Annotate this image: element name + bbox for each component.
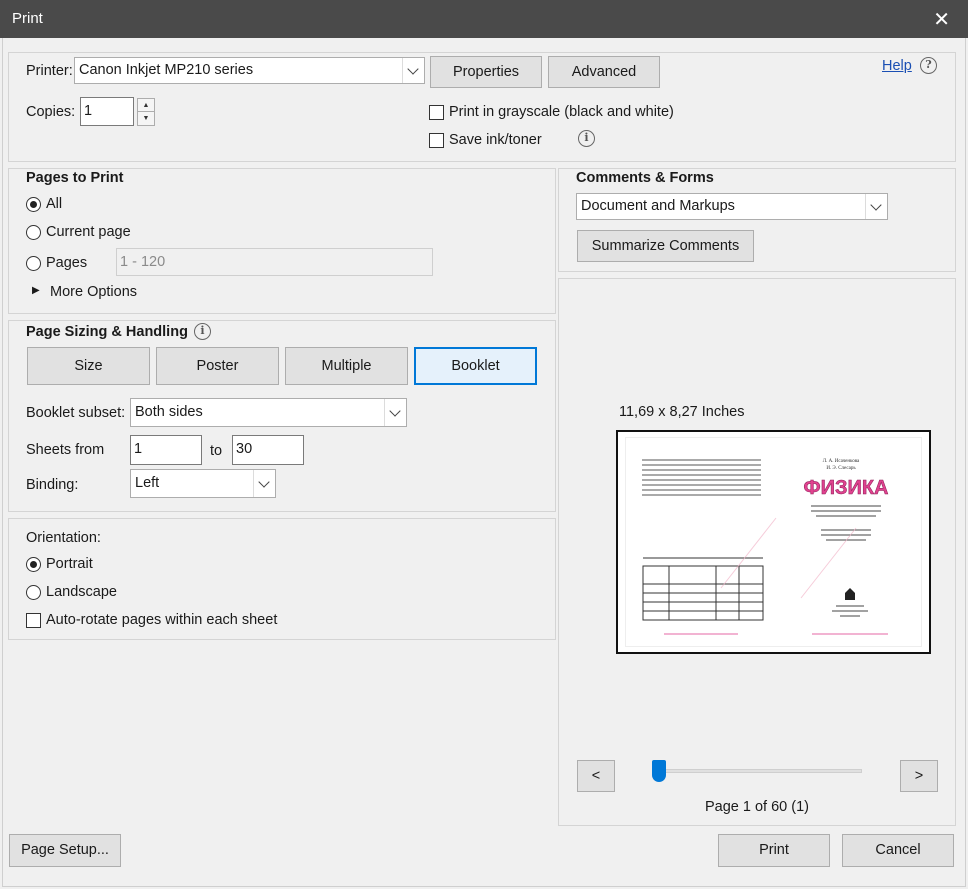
tab-poster[interactable]: Poster <box>156 347 279 385</box>
prev-page-button[interactable]: < <box>577 760 615 792</box>
page-sizing-title: Page Sizing & Handling <box>26 324 188 340</box>
grayscale-label: Print in grayscale (black and white) <box>449 104 674 120</box>
save-ink-label: Save ink/toner <box>449 132 542 148</box>
page-preview: Л. А. Исаченкова И. Э. Слесарь ФИЗИКА <box>616 430 931 654</box>
radio-all-label: All <box>46 196 63 212</box>
stepper-up-icon[interactable]: ▲ <box>138 99 154 112</box>
radio-portrait[interactable] <box>26 557 41 572</box>
binding-select[interactable]: Left <box>130 469 276 498</box>
page-slider-thumb[interactable] <box>652 760 666 782</box>
save-ink-info-icon[interactable]: i <box>578 130 595 147</box>
chevron-down-icon <box>253 470 275 497</box>
close-icon[interactable]: ✕ <box>933 7 950 32</box>
chevron-down-icon <box>402 58 424 83</box>
comments-forms-title: Comments & Forms <box>576 170 714 186</box>
pages-to-print-title: Pages to Print <box>26 170 124 186</box>
booklet-subset-value: Both sides <box>135 404 203 420</box>
radio-landscape[interactable] <box>26 585 41 600</box>
page-setup-button[interactable]: Page Setup... <box>9 834 121 867</box>
print-button[interactable]: Print <box>718 834 830 867</box>
preview-sheet: Л. А. Исаченкова И. Э. Слесарь ФИЗИКА <box>625 437 922 647</box>
printer-select[interactable]: Canon Inkjet MP210 series <box>74 57 425 84</box>
radio-current-page-label: Current page <box>46 224 131 240</box>
radio-pages-label: Pages <box>46 255 88 271</box>
sizing-info-icon[interactable]: i <box>194 323 211 340</box>
radio-pages[interactable] <box>26 256 41 271</box>
sheets-to-input[interactable]: 30 <box>232 435 304 465</box>
chevron-down-icon <box>865 194 887 219</box>
help-link[interactable]: Help <box>882 58 912 74</box>
comments-forms-value: Document and Markups <box>581 198 735 214</box>
radio-current-page[interactable] <box>26 225 41 240</box>
save-ink-checkbox[interactable] <box>429 133 444 148</box>
more-options-label[interactable]: More Options <box>50 284 137 300</box>
booklet-subset-label: Booklet subset: <box>26 405 126 421</box>
advanced-button[interactable]: Advanced <box>548 56 660 88</box>
properties-button[interactable]: Properties <box>430 56 542 88</box>
tab-booklet[interactable]: Booklet <box>414 347 537 385</box>
radio-landscape-label: Landscape <box>46 584 117 600</box>
book-title: ФИЗИКА <box>804 477 889 499</box>
window-title: Print <box>12 10 43 27</box>
sheets-from-input[interactable]: 1 <box>130 435 202 465</box>
help-info-icon[interactable]: ? <box>920 57 937 74</box>
grayscale-checkbox[interactable] <box>429 105 444 120</box>
orientation-title: Orientation: <box>26 530 101 546</box>
tab-multiple[interactable]: Multiple <box>285 347 408 385</box>
printer-label: Printer: <box>26 63 73 79</box>
tab-size[interactable]: Size <box>27 347 150 385</box>
binding-label: Binding: <box>26 477 79 493</box>
paper-size-label: 11,69 x 8,27 Inches <box>619 404 745 420</box>
summarize-comments-button[interactable]: Summarize Comments <box>577 230 754 262</box>
copies-label: Copies: <box>26 104 76 120</box>
chevron-down-icon <box>384 399 406 426</box>
page-slider-track[interactable] <box>658 769 862 773</box>
expand-triangle-icon[interactable]: ▶ <box>32 285 40 296</box>
printer-select-value: Canon Inkjet MP210 series <box>79 62 254 78</box>
copies-stepper[interactable]: ▲ ▼ <box>137 98 155 126</box>
preview-page-graphic: Л. А. Исаченкова И. Э. Слесарь ФИЗИКА <box>642 459 889 635</box>
radio-all[interactable] <box>26 197 41 212</box>
sheets-to-label: to <box>210 443 223 459</box>
comments-forms-select[interactable]: Document and Markups <box>576 193 888 220</box>
pages-range-input[interactable]: 1 - 120 <box>116 248 433 276</box>
autorotate-checkbox[interactable] <box>26 613 41 628</box>
stepper-down-icon[interactable]: ▼ <box>138 112 154 125</box>
radio-portrait-label: Portrait <box>46 556 93 572</box>
booklet-subset-select[interactable]: Both sides <box>130 398 407 427</box>
svg-text:Л. А. Исаченкова: Л. А. Исаченкова <box>823 459 860 464</box>
autorotate-label: Auto-rotate pages within each sheet <box>46 612 278 628</box>
cancel-button[interactable]: Cancel <box>842 834 954 867</box>
title-bar: Print ✕ <box>0 0 968 38</box>
svg-text:И. Э. Слесарь: И. Э. Слесарь <box>826 466 856 471</box>
next-page-button[interactable]: > <box>900 760 938 792</box>
binding-value: Left <box>135 475 160 491</box>
sheets-from-label: Sheets from <box>26 442 105 458</box>
copies-input[interactable]: 1 <box>80 97 134 126</box>
page-indicator: Page 1 of 60 (1) <box>705 799 809 815</box>
